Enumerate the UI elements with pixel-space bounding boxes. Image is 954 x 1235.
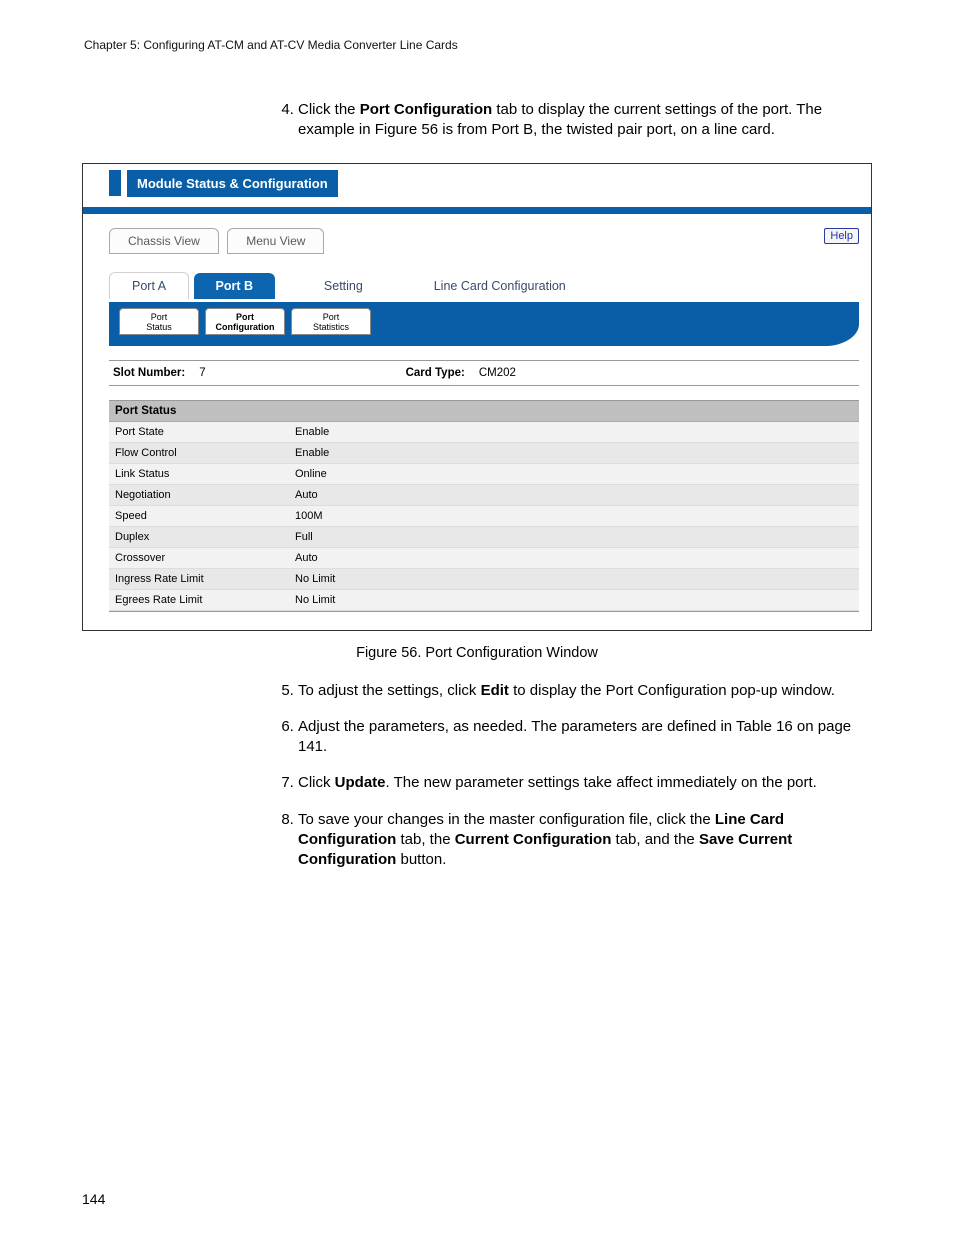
tab-line-card-configuration[interactable]: Line Card Configuration bbox=[412, 272, 588, 299]
text: Click bbox=[298, 774, 335, 791]
text: Click the bbox=[298, 101, 360, 118]
text: To adjust the settings, click bbox=[298, 682, 481, 699]
card-type-value: CM202 bbox=[479, 367, 516, 379]
row-key: Crossover bbox=[115, 552, 295, 564]
subtab-port-status[interactable]: Port Status bbox=[119, 308, 199, 335]
info-row: Slot Number: 7 Card Type: CM202 bbox=[109, 360, 859, 386]
row-value: Enable bbox=[295, 426, 329, 438]
table-row: Port StateEnable bbox=[109, 422, 859, 443]
row-key: Link Status bbox=[115, 468, 295, 480]
bold-term: Update bbox=[335, 774, 386, 791]
row-value: Full bbox=[295, 531, 313, 543]
tab-menu-view[interactable]: Menu View bbox=[227, 228, 324, 254]
title-accent bbox=[109, 170, 121, 196]
port-status-header: Port Status bbox=[109, 401, 859, 422]
subtab-line2: Configuration bbox=[214, 322, 276, 332]
subtab-line1: Port bbox=[214, 312, 276, 322]
instruction-steps-5-8: To adjust the settings, click Edit to di… bbox=[298, 681, 872, 871]
row-key: Egrees Rate Limit bbox=[115, 594, 295, 606]
subtab-line2: Status bbox=[128, 322, 190, 332]
figure-caption: Figure 56. Port Configuration Window bbox=[82, 645, 872, 661]
window-title: Module Status & Configuration bbox=[127, 170, 338, 197]
bold-term: Port Configuration bbox=[360, 101, 492, 118]
text: tab, and the bbox=[611, 831, 699, 848]
row-key: Flow Control bbox=[115, 447, 295, 459]
table-row: CrossoverAuto bbox=[109, 548, 859, 569]
figure-screenshot: Module Status & Configuration Chassis Vi… bbox=[82, 163, 872, 631]
row-value: No Limit bbox=[295, 573, 335, 585]
table-row: Speed100M bbox=[109, 506, 859, 527]
tab-setting[interactable]: Setting bbox=[302, 272, 385, 299]
instruction-step-4: Click the Port Configuration tab to disp… bbox=[298, 100, 872, 141]
row-key: Port State bbox=[115, 426, 295, 438]
row-value: Auto bbox=[295, 552, 318, 564]
port-status-table: Port Status Port StateEnableFlow Control… bbox=[109, 400, 859, 612]
table-row: Ingress Rate LimitNo Limit bbox=[109, 569, 859, 590]
card-type-label: Card Type: bbox=[406, 367, 465, 379]
text: tab, the bbox=[396, 831, 454, 848]
text: button. bbox=[396, 851, 446, 868]
row-value: Auto bbox=[295, 489, 318, 501]
chapter-header: Chapter 5: Configuring AT-CM and AT-CV M… bbox=[82, 38, 872, 52]
bold-term: Edit bbox=[481, 682, 509, 699]
text: . The new parameter settings take affect… bbox=[386, 774, 817, 791]
tab-port-a[interactable]: Port A bbox=[109, 272, 189, 299]
row-value: No Limit bbox=[295, 594, 335, 606]
page-number: 144 bbox=[82, 1191, 105, 1207]
table-row: DuplexFull bbox=[109, 527, 859, 548]
subtab-port-configuration[interactable]: Port Configuration bbox=[205, 308, 285, 335]
text: to display the Port Configuration pop-up… bbox=[509, 682, 835, 699]
text: To save your changes in the master confi… bbox=[298, 811, 715, 828]
row-key: Negotiation bbox=[115, 489, 295, 501]
row-key: Speed bbox=[115, 510, 295, 522]
row-value: 100M bbox=[295, 510, 323, 522]
table-row: Link StatusOnline bbox=[109, 464, 859, 485]
subtab-line1: Port bbox=[128, 312, 190, 322]
row-key: Ingress Rate Limit bbox=[115, 573, 295, 585]
table-row: Egrees Rate LimitNo Limit bbox=[109, 590, 859, 611]
tab-chassis-view[interactable]: Chassis View bbox=[109, 228, 219, 254]
subtab-port-statistics[interactable]: Port Statistics bbox=[291, 308, 371, 335]
slot-number-label: Slot Number: bbox=[113, 367, 185, 379]
table-row: Flow ControlEnable bbox=[109, 443, 859, 464]
help-button[interactable]: Help bbox=[824, 228, 859, 244]
row-key: Duplex bbox=[115, 531, 295, 543]
bold-term: Current Configuration bbox=[455, 831, 612, 848]
row-value: Online bbox=[295, 468, 327, 480]
text: Adjust the parameters, as needed. The pa… bbox=[298, 718, 851, 755]
row-value: Enable bbox=[295, 447, 329, 459]
tab-port-b[interactable]: Port B bbox=[194, 273, 276, 299]
subtab-line2: Statistics bbox=[300, 322, 362, 332]
title-underline bbox=[83, 207, 871, 214]
subtab-line1: Port bbox=[300, 312, 362, 322]
table-row: NegotiationAuto bbox=[109, 485, 859, 506]
